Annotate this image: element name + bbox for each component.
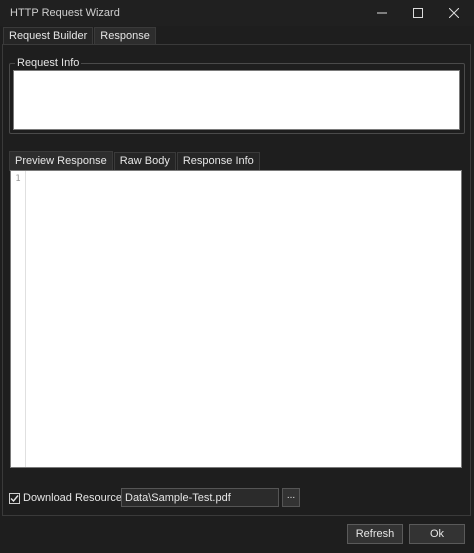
minimize-button[interactable] [364, 0, 400, 26]
tab-response[interactable]: Response [94, 27, 156, 45]
download-resource-row: Download Resource [9, 488, 122, 508]
maximize-icon [413, 8, 423, 18]
line-number-gutter: 1 [11, 171, 26, 467]
tab-request-builder[interactable]: Request Builder [3, 27, 94, 45]
download-resource-label[interactable]: Download Resource [23, 492, 122, 504]
response-tab-bar: Preview Response Raw Body Response Info [9, 151, 261, 171]
tab-preview-response[interactable]: Preview Response [9, 151, 113, 171]
close-icon [449, 8, 459, 18]
request-info-legend: Request Info [15, 57, 82, 69]
download-path-input[interactable] [121, 488, 279, 507]
refresh-button[interactable]: Refresh [347, 524, 403, 544]
ok-button[interactable]: Ok [409, 524, 465, 544]
checkmark-icon [10, 494, 19, 502]
request-info-box[interactable] [13, 70, 460, 130]
outer-tab-bar: Request Builder Response [3, 27, 157, 45]
editor-text-area[interactable] [26, 171, 461, 467]
response-editor[interactable]: 1 [10, 170, 462, 468]
tab-raw-body[interactable]: Raw Body [113, 152, 176, 171]
browse-button[interactable]: ... [282, 488, 300, 507]
download-resource-checkbox[interactable] [9, 492, 20, 504]
minimize-icon [377, 12, 387, 14]
maximize-button[interactable] [400, 0, 436, 26]
window-title: HTTP Request Wizard [10, 7, 120, 19]
tab-response-info[interactable]: Response Info [176, 152, 260, 171]
line-number: 1 [15, 174, 21, 184]
close-button[interactable] [436, 0, 472, 26]
